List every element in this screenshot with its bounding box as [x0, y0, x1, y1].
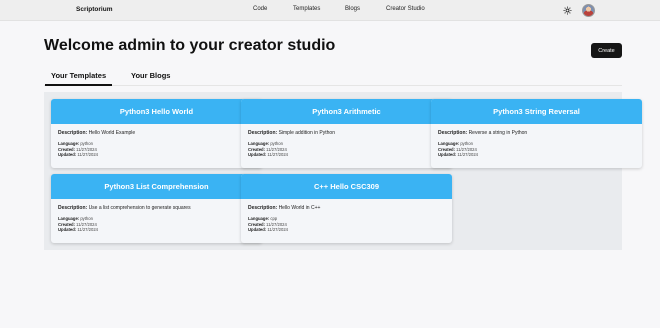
theme-toggle-button[interactable] [561, 4, 574, 17]
brand-logo[interactable]: Scriptorium [76, 6, 112, 13]
nav-link-templates[interactable]: Templates [293, 6, 320, 12]
card-updated: Updated: 11/27/2024 [438, 152, 478, 157]
user-avatar[interactable] [582, 4, 595, 17]
card-title: Python3 String Reversal [431, 99, 642, 124]
sun-icon [563, 6, 572, 15]
top-navbar: Scriptorium Code Templates Blogs Creator… [0, 0, 660, 21]
card-updated: Updated: 11/27/2024 [248, 227, 288, 232]
templates-grid: Python3 Hello World Description: Hello W… [44, 92, 642, 250]
nav-link-code[interactable]: Code [253, 6, 267, 12]
template-card[interactable]: Python3 List Comprehension Description: … [51, 174, 262, 243]
tab-bar: Your Templates Your Blogs [44, 67, 622, 86]
create-button[interactable]: Create [591, 43, 622, 58]
nav-link-blogs[interactable]: Blogs [345, 6, 360, 12]
tab-your-templates[interactable]: Your Templates [44, 71, 113, 86]
template-card[interactable]: Python3 String Reversal Description: Rev… [431, 99, 642, 168]
card-title: C++ Hello CSC309 [241, 174, 452, 199]
template-card[interactable]: Python3 Hello World Description: Hello W… [51, 99, 262, 168]
nav-link-creator-studio[interactable]: Creator Studio [386, 6, 425, 12]
page-title: Welcome admin to your creator studio [44, 37, 336, 54]
card-title: Python3 List Comprehension [51, 174, 262, 199]
tab-your-blogs[interactable]: Your Blogs [131, 71, 170, 80]
card-updated: Updated: 11/27/2024 [58, 152, 98, 157]
template-card[interactable]: Python3 Arithmetic Description: Simple a… [241, 99, 452, 168]
card-title: Python3 Hello World [51, 99, 262, 124]
template-card[interactable]: C++ Hello CSC309 Description: Hello Worl… [241, 174, 452, 243]
card-updated: Updated: 11/27/2024 [248, 152, 288, 157]
card-updated: Updated: 11/27/2024 [58, 227, 98, 232]
card-title: Python3 Arithmetic [241, 99, 452, 124]
